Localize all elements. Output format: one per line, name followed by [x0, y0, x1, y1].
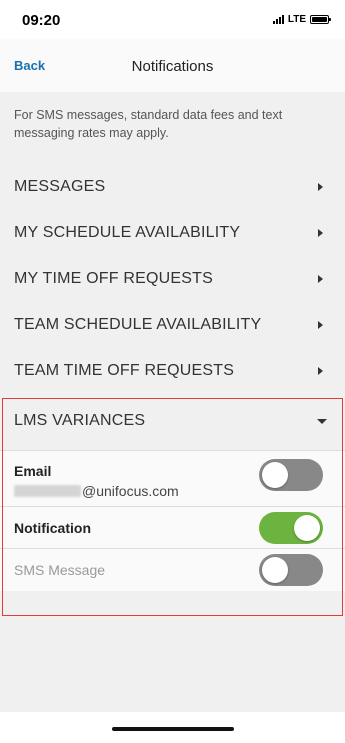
status-icons: LTE	[272, 14, 331, 25]
row-my-schedule-availability[interactable]: MY SCHEDULE AVAILABILITY	[0, 210, 345, 256]
content: For SMS messages, standard data fees and…	[0, 92, 345, 712]
row-label: TEAM SCHEDULE AVAILABILITY	[14, 316, 262, 333]
status-bar: 09:20 LTE	[0, 0, 345, 40]
chevron-right-icon	[318, 229, 323, 237]
status-time: 09:20	[22, 12, 61, 29]
signal-icon	[272, 15, 284, 24]
row-label: MY TIME OFF REQUESTS	[14, 270, 213, 287]
nav-bar: Back Notifications	[0, 40, 345, 92]
home-indicator[interactable]	[112, 727, 234, 731]
row-team-schedule-availability[interactable]: TEAM SCHEDULE AVAILABILITY	[0, 302, 345, 348]
chevron-right-icon	[318, 367, 323, 375]
network-label: LTE	[287, 14, 306, 25]
highlight-box	[2, 398, 343, 616]
battery-icon	[310, 15, 331, 24]
row-team-time-off-requests[interactable]: TEAM TIME OFF REQUESTS	[0, 348, 345, 394]
row-label: TEAM TIME OFF REQUESTS	[14, 362, 235, 379]
row-label: MESSAGES	[14, 178, 106, 195]
row-label: MY SCHEDULE AVAILABILITY	[14, 224, 241, 241]
chevron-right-icon	[318, 275, 323, 283]
sms-notice: For SMS messages, standard data fees and…	[14, 108, 283, 140]
chevron-right-icon	[318, 183, 323, 191]
chevron-right-icon	[318, 321, 323, 329]
page-title: Notifications	[131, 58, 214, 75]
row-messages[interactable]: MESSAGES	[0, 164, 345, 210]
row-my-time-off-requests[interactable]: MY TIME OFF REQUESTS	[0, 256, 345, 302]
